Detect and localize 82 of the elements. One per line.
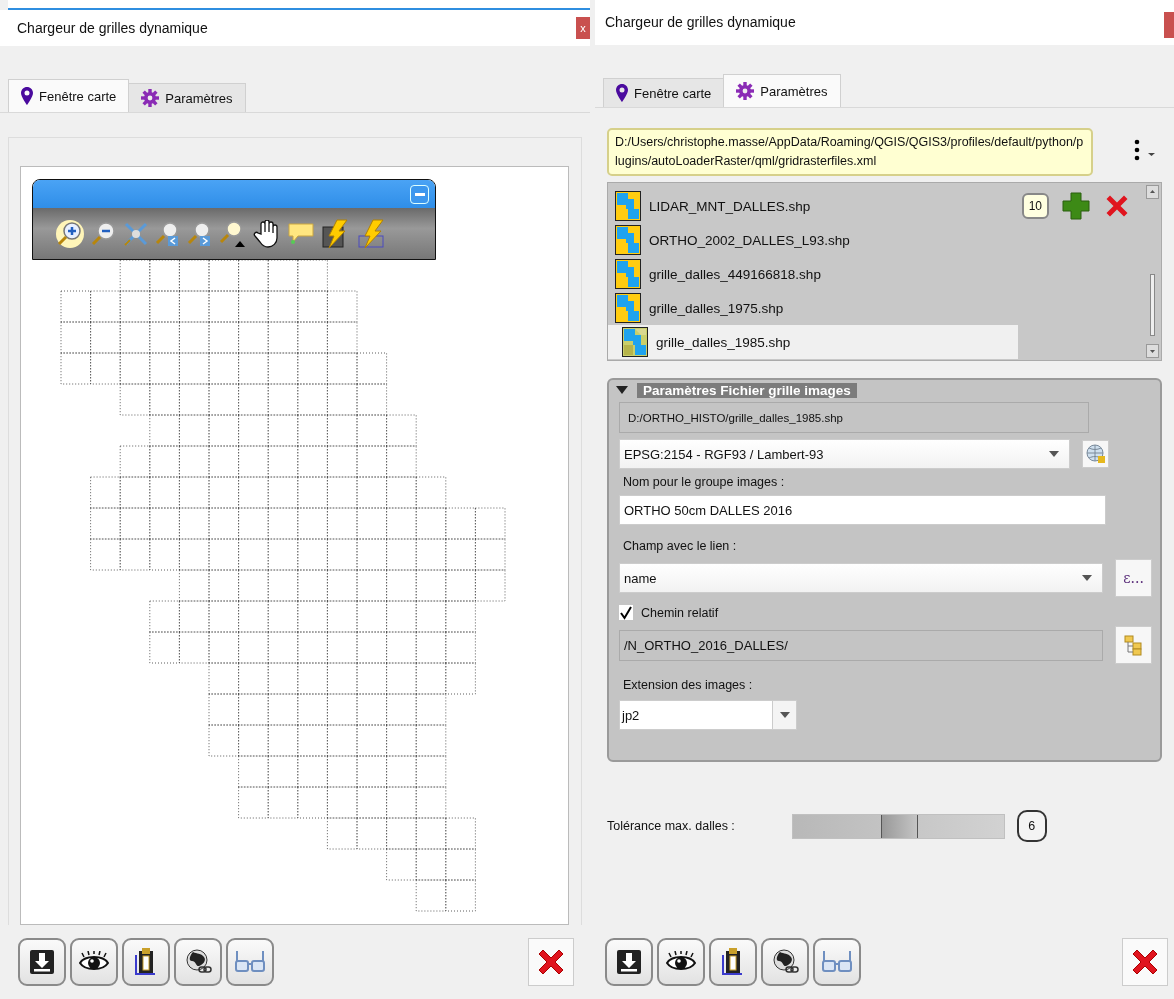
crs-globe-button[interactable] xyxy=(1082,440,1109,468)
glasses-icon xyxy=(821,949,853,975)
layer-item[interactable]: ORTHO_2002_DALLES_L93.shp xyxy=(608,223,1022,257)
caret-icon xyxy=(1082,575,1093,581)
caret-icon xyxy=(1049,451,1059,457)
grid-layer-icon xyxy=(615,225,641,255)
map-pin-icon xyxy=(21,87,33,105)
caret-icon xyxy=(779,712,790,718)
window-title: Chargeur de grilles dynamique xyxy=(17,20,208,36)
lightning-box-icon[interactable] xyxy=(321,218,351,249)
globe-link-icon xyxy=(184,948,212,976)
glasses-icon xyxy=(234,949,266,975)
download-icon xyxy=(29,949,55,975)
download-button[interactable] xyxy=(18,938,66,986)
window-title: Chargeur de grilles dynamique xyxy=(605,14,796,30)
layer-item[interactable]: LIDAR_MNT_DALLES.shp xyxy=(608,189,1022,223)
zoom-dropdown-icon[interactable] xyxy=(219,219,247,248)
folder-tree-icon xyxy=(1122,634,1145,656)
close-button[interactable] xyxy=(1122,938,1168,986)
lightning-icon[interactable] xyxy=(357,218,387,249)
map-pin-icon xyxy=(616,84,628,102)
eye-icon xyxy=(79,951,109,973)
link-field-dropdown[interactable]: name xyxy=(619,563,1104,593)
group-title: Paramètres Fichier grille images xyxy=(637,382,857,398)
clipboard-button[interactable] xyxy=(122,938,170,986)
tolerance-label: Tolérance max. dalles : xyxy=(607,819,735,833)
zoom-previous-icon[interactable] xyxy=(155,220,181,247)
scroll-down-icon[interactable] xyxy=(1145,344,1159,358)
link-field-label: Champ avec le lien : xyxy=(622,539,738,553)
count-badge: 10 xyxy=(1021,193,1049,219)
eye-button[interactable] xyxy=(657,938,705,986)
gear-icon xyxy=(141,89,160,107)
grid-layer-icon xyxy=(615,259,641,289)
layer-item[interactable]: grille_dalles_449166818.shp xyxy=(608,257,1022,291)
zoom-next-icon[interactable] xyxy=(187,220,213,247)
group-name-label: Nom pour le groupe images : xyxy=(622,475,786,489)
group-name-field[interactable]: ORTHO 50cm DALLES 2016 xyxy=(619,495,1106,525)
tab[interactable]: Paramètres xyxy=(723,74,841,107)
crs-dropdown[interactable]: EPSG:2154 - RGF93 / Lambert-93 xyxy=(619,439,1070,469)
download-icon xyxy=(616,949,642,975)
tab[interactable]: Fenêtre carte xyxy=(603,78,725,107)
full-extent-icon[interactable] xyxy=(123,220,149,247)
scrollbar[interactable] xyxy=(1145,183,1161,360)
globe-link-icon xyxy=(771,948,799,976)
config-path-field[interactable]: D:/Users/christophe.masse/AppData/Roaming/QGIS/QGIS3/profiles/default/python/plugins/autoLoaderRaster/qml/gridrasterfiles.xml xyxy=(607,128,1093,176)
checkbox-label: Chemin relatif xyxy=(641,605,719,620)
grid-layer-icon xyxy=(622,327,648,357)
collapse-arrow-icon[interactable] xyxy=(615,385,629,395)
globe-link-button[interactable] xyxy=(174,938,222,986)
relative-path-field: /N_ORTHO_2016_DALLES/ xyxy=(619,629,1104,661)
close-button[interactable] xyxy=(528,938,574,986)
eye-icon xyxy=(666,951,696,973)
pan-hand-icon[interactable] xyxy=(253,219,281,248)
clipboard-button[interactable] xyxy=(709,938,757,986)
menu-icon xyxy=(1133,138,1157,163)
minimize-icon xyxy=(414,192,425,196)
file-path-field: D:/ORTHO_HISTO/grille_dalles_1985.shp xyxy=(619,402,1089,433)
grid-layer-icon xyxy=(615,191,641,221)
slider-thumb[interactable] xyxy=(880,814,918,838)
download-button[interactable] xyxy=(605,938,653,986)
expression-button[interactable]: ε... xyxy=(1115,559,1152,597)
speech-bubble-icon[interactable] xyxy=(287,221,315,246)
gear-icon xyxy=(736,82,755,100)
tab[interactable]: Paramètres xyxy=(128,83,246,112)
add-icon[interactable] xyxy=(1061,191,1091,221)
layer-item[interactable]: grille_dalles_1975.shp xyxy=(608,291,1022,325)
extension-label: Extension des images : xyxy=(622,678,754,692)
grid-layer-icon xyxy=(615,293,641,323)
extension-dropdown[interactable]: jp2 xyxy=(619,700,797,730)
scroll-up-icon[interactable] xyxy=(1145,185,1159,199)
globe-icon xyxy=(1085,444,1106,464)
globe-link-button[interactable] xyxy=(761,938,809,986)
tolerance-value: 6 xyxy=(1016,810,1047,842)
zoom-in-icon[interactable] xyxy=(55,218,85,249)
close-button[interactable]: x xyxy=(576,17,590,39)
tab[interactable]: Fenêtre carte xyxy=(8,79,130,112)
eye-button[interactable] xyxy=(70,938,118,986)
zoom-out-icon[interactable] xyxy=(91,220,117,247)
layer-item[interactable]: grille_dalles_1985.shp xyxy=(608,325,1018,359)
checkbox[interactable] xyxy=(619,605,633,620)
slider-track[interactable] xyxy=(791,813,1005,839)
minimize-button[interactable] xyxy=(410,184,429,204)
